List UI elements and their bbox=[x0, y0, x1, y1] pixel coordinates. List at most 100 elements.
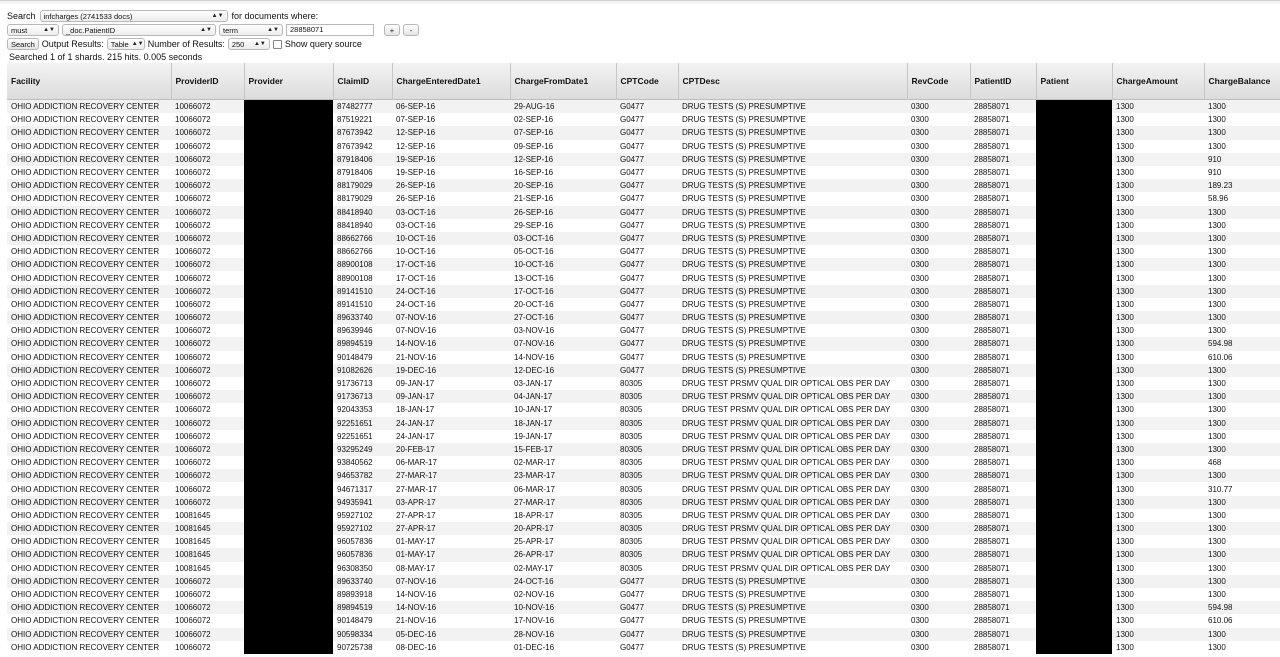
table-row[interactable]: OHIO ADDICTION RECOVERY CENTER 10066072 89… bbox=[7, 587, 1280, 602]
table-row[interactable]: OHIO ADDICTION RECOVERY CENTER 10066072 89… bbox=[7, 324, 1280, 338]
cell-chargefromdate1: 27-MAR-17 bbox=[514, 497, 555, 507]
table-row[interactable]: OHIO ADDICTION RECOVERY CENTER 10066072 90… bbox=[7, 350, 1280, 364]
cell-chargefromdate1: 20-APR-17 bbox=[514, 524, 554, 534]
cell-chargefromdate1: 07-NOV-16 bbox=[514, 339, 555, 349]
table-row[interactable]: OHIO ADDICTION RECOVERY CENTER 10066072 90… bbox=[7, 627, 1280, 641]
table-row[interactable]: OHIO ADDICTION RECOVERY CENTER 10066072 89… bbox=[7, 601, 1280, 615]
cell-chargeentereddate1: 09-JAN-17 bbox=[396, 379, 435, 389]
table-row[interactable]: OHIO ADDICTION RECOVERY CENTER 10066072 89… bbox=[7, 311, 1280, 325]
query-value-input[interactable]: 28858071 bbox=[286, 24, 374, 36]
cell-chargefromdate1: 04-JAN-17 bbox=[514, 392, 553, 402]
cell-facility: OHIO ADDICTION RECOVERY CENTER bbox=[11, 128, 160, 138]
table-row[interactable]: OHIO ADDICTION RECOVERY CENTER 10066072 92… bbox=[7, 403, 1280, 417]
cell-chargeentereddate1: 24-JAN-17 bbox=[396, 431, 435, 441]
table-row[interactable]: OHIO ADDICTION RECOVERY CENTER 10066072 88… bbox=[7, 258, 1280, 272]
cell-providerid: 10066072 bbox=[175, 313, 211, 323]
column-header-providerid[interactable]: ProviderID bbox=[171, 63, 245, 100]
cell-chargeentereddate1: 20-FEB-17 bbox=[396, 444, 435, 454]
cell-facility: OHIO ADDICTION RECOVERY CENTER bbox=[11, 313, 160, 323]
table-row[interactable]: OHIO ADDICTION RECOVERY CENTER 10066072 88… bbox=[7, 179, 1280, 193]
cell-cptdesc: DRUG TESTS (S) PRESUMPTIVE bbox=[682, 154, 806, 164]
table-row[interactable]: OHIO ADDICTION RECOVERY CENTER 10066072 91… bbox=[7, 363, 1280, 377]
cell-patient-redacted bbox=[1036, 482, 1112, 496]
cell-cptcode: 80305 bbox=[620, 431, 643, 441]
cell-chargebalance: 1300 bbox=[1208, 392, 1226, 402]
table-row[interactable]: OHIO ADDICTION RECOVERY CENTER 10066072 89… bbox=[7, 337, 1280, 351]
table-row[interactable]: OHIO ADDICTION RECOVERY CENTER 10066072 87… bbox=[7, 165, 1280, 180]
table-row[interactable]: OHIO ADDICTION RECOVERY CENTER 10066072 87… bbox=[7, 99, 1280, 114]
cell-provider-redacted bbox=[244, 416, 333, 430]
column-header-revcode[interactable]: RevCode bbox=[907, 63, 971, 100]
table-row[interactable]: OHIO ADDICTION RECOVERY CENTER 10066072 87… bbox=[7, 126, 1280, 140]
column-header-cptdesc[interactable]: CPTDesc bbox=[678, 63, 908, 100]
query-type-select[interactable]: term ▲▼ bbox=[219, 24, 283, 36]
table-row[interactable]: OHIO ADDICTION RECOVERY CENTER 10066072 88… bbox=[7, 192, 1280, 206]
table-row[interactable]: OHIO ADDICTION RECOVERY CENTER 10066072 87… bbox=[7, 152, 1280, 166]
table-row[interactable]: OHIO ADDICTION RECOVERY CENTER 10066072 93… bbox=[7, 442, 1280, 457]
table-row[interactable]: OHIO ADDICTION RECOVERY CENTER 10081645 96… bbox=[7, 548, 1280, 562]
table-row[interactable]: OHIO ADDICTION RECOVERY CENTER 10081645 95… bbox=[7, 508, 1280, 522]
table-row[interactable]: OHIO ADDICTION RECOVERY CENTER 10066072 92… bbox=[7, 416, 1280, 430]
column-header-claimid[interactable]: ClaimID bbox=[333, 63, 393, 100]
index-select[interactable]: infcharges (2741533 docs) ▲▼ bbox=[39, 10, 228, 22]
cell-cptcode: 80305 bbox=[620, 379, 643, 389]
table-row[interactable]: OHIO ADDICTION RECOVERY CENTER 10066072 88… bbox=[7, 205, 1280, 219]
table-row[interactable]: OHIO ADDICTION RECOVERY CENTER 10066072 90… bbox=[7, 614, 1280, 628]
column-header-patientid[interactable]: PatientID bbox=[970, 63, 1037, 100]
output-format-select[interactable]: Table ▲▼ bbox=[106, 38, 145, 50]
cell-cptdesc: DRUG TESTS (S) PRESUMPTIVE bbox=[682, 616, 806, 626]
cell-providerid: 10081645 bbox=[175, 537, 211, 547]
table-row[interactable]: OHIO ADDICTION RECOVERY CENTER 10081645 95… bbox=[7, 522, 1280, 536]
table-row[interactable]: OHIO ADDICTION RECOVERY CENTER 10066072 88… bbox=[7, 271, 1280, 285]
cell-patient-redacted bbox=[1036, 522, 1112, 536]
field-select[interactable]: _doc.PatientID ▲▼ bbox=[62, 24, 216, 36]
cell-chargefromdate1: 20-OCT-16 bbox=[514, 299, 554, 309]
cell-facility: OHIO ADDICTION RECOVERY CENTER bbox=[11, 418, 160, 428]
table-row[interactable]: OHIO ADDICTION RECOVERY CENTER 10066072 92… bbox=[7, 429, 1280, 443]
show-query-source-checkbox[interactable] bbox=[272, 39, 282, 49]
remove-clause-button[interactable]: - bbox=[403, 24, 419, 36]
table-row[interactable]: OHIO ADDICTION RECOVERY CENTER 10066072 93… bbox=[7, 456, 1280, 470]
cell-chargebalance: 910 bbox=[1208, 168, 1222, 178]
cell-patient-redacted bbox=[1036, 535, 1112, 549]
table-row[interactable]: OHIO ADDICTION RECOVERY CENTER 10066072 91… bbox=[7, 376, 1280, 391]
cell-claimid: 90598334 bbox=[337, 629, 373, 639]
column-header-chargebalance[interactable]: ChargeBalance bbox=[1204, 63, 1280, 100]
table-row[interactable]: OHIO ADDICTION RECOVERY CENTER 10066072 87… bbox=[7, 113, 1280, 127]
table-row[interactable]: OHIO ADDICTION RECOVERY CENTER 10066072 88… bbox=[7, 245, 1280, 259]
column-header-provider[interactable]: Provider bbox=[244, 63, 334, 100]
column-header-chargefromdate1[interactable]: ChargeFromDate1 bbox=[510, 63, 617, 100]
search-status-text: Searched 1 of 1 shards. 215 hits. 0.005 … bbox=[9, 52, 203, 62]
table-row[interactable]: OHIO ADDICTION RECOVERY CENTER 10066072 94… bbox=[7, 495, 1280, 509]
table-row[interactable]: OHIO ADDICTION RECOVERY CENTER 10081645 96… bbox=[7, 535, 1280, 549]
number-of-results-select[interactable]: 250 ▲▼ bbox=[227, 38, 270, 50]
cell-revcode: 0300 bbox=[911, 141, 929, 151]
cell-chargebalance: 1300 bbox=[1208, 220, 1226, 230]
column-header-facility[interactable]: Facility bbox=[7, 63, 172, 100]
table-row[interactable]: OHIO ADDICTION RECOVERY CENTER 10066072 89… bbox=[7, 574, 1280, 588]
table-row[interactable]: OHIO ADDICTION RECOVERY CENTER 10066072 90… bbox=[7, 640, 1280, 654]
column-header-patient[interactable]: Patient bbox=[1036, 63, 1113, 100]
column-header-chargeamount[interactable]: ChargeAmount bbox=[1112, 63, 1205, 100]
table-row[interactable]: OHIO ADDICTION RECOVERY CENTER 10066072 94… bbox=[7, 482, 1280, 496]
occur-select[interactable]: must ▲▼ bbox=[7, 24, 59, 36]
search-button[interactable]: Search bbox=[7, 38, 39, 50]
cell-providerid: 10081645 bbox=[175, 510, 211, 520]
table-row[interactable]: OHIO ADDICTION RECOVERY CENTER 10066072 89… bbox=[7, 297, 1280, 311]
cell-patient-redacted bbox=[1036, 548, 1112, 562]
table-row[interactable]: OHIO ADDICTION RECOVERY CENTER 10066072 89… bbox=[7, 284, 1280, 298]
cell-chargefromdate1: 28-NOV-16 bbox=[514, 629, 555, 639]
table-row[interactable]: OHIO ADDICTION RECOVERY CENTER 10066072 94… bbox=[7, 469, 1280, 483]
cell-facility: OHIO ADDICTION RECOVERY CENTER bbox=[11, 326, 160, 336]
table-row[interactable]: OHIO ADDICTION RECOVERY CENTER 10066072 88… bbox=[7, 218, 1280, 232]
column-header-chargeentereddate1[interactable]: ChargeEnteredDate1 bbox=[392, 63, 511, 100]
table-row[interactable]: OHIO ADDICTION RECOVERY CENTER 10066072 91… bbox=[7, 390, 1280, 404]
table-row[interactable]: OHIO ADDICTION RECOVERY CENTER 10066072 88… bbox=[7, 231, 1280, 246]
column-header-cptcode[interactable]: CPTCode bbox=[616, 63, 679, 100]
cell-chargeamount: 1300 bbox=[1116, 484, 1134, 494]
add-clause-button[interactable]: + bbox=[384, 24, 400, 36]
table-row[interactable]: OHIO ADDICTION RECOVERY CENTER 10066072 87… bbox=[7, 139, 1280, 153]
cell-chargebalance: 1300 bbox=[1208, 365, 1226, 375]
cell-providerid: 10066072 bbox=[175, 168, 211, 178]
table-row[interactable]: OHIO ADDICTION RECOVERY CENTER 10081645 96… bbox=[7, 561, 1280, 575]
